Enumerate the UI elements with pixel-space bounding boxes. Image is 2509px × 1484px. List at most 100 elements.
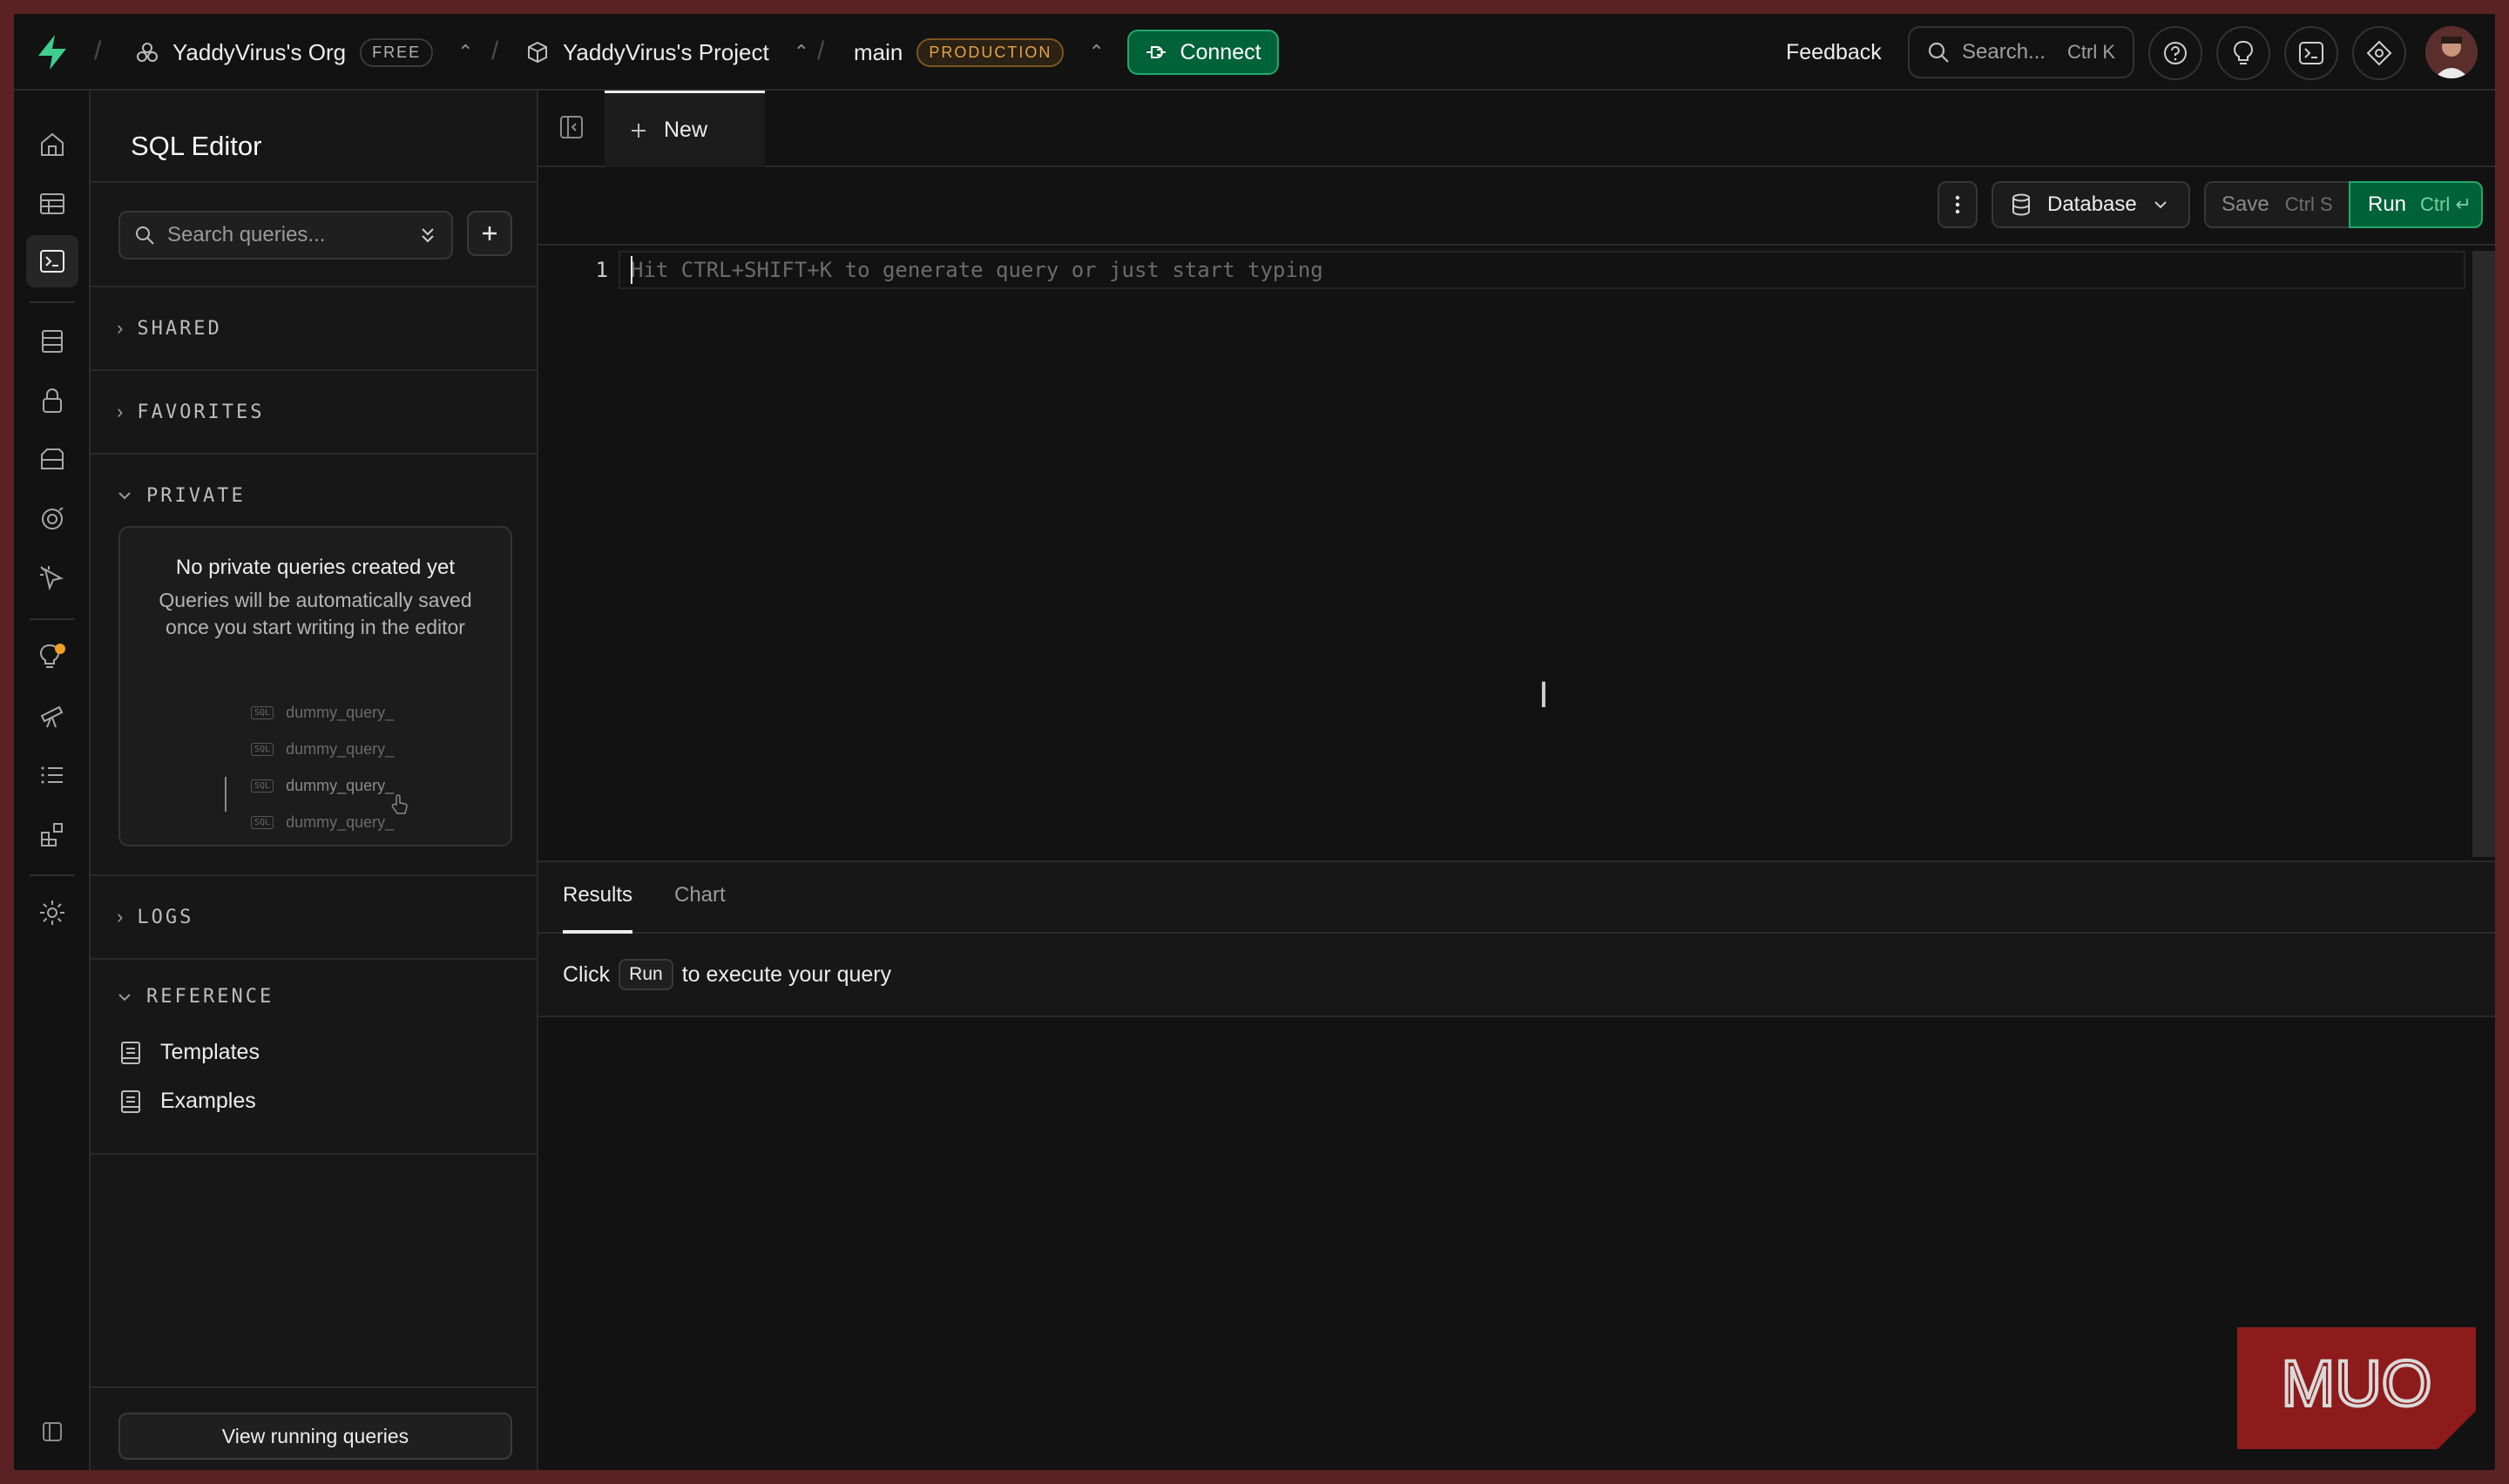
reference-examples[interactable]: Examples xyxy=(120,1089,256,1114)
tab-results[interactable]: Results xyxy=(563,883,632,907)
help-button[interactable] xyxy=(2148,26,2202,80)
editor-toolbar: Database Save Ctrl S Run Ctrl ↵ xyxy=(538,167,2495,246)
database-icon[interactable] xyxy=(35,324,70,359)
new-query-button[interactable] xyxy=(467,211,512,256)
section-label: SHARED xyxy=(137,317,222,340)
section-reference[interactable]: REFERENCE xyxy=(91,958,538,1042)
more-vertical-icon xyxy=(1955,195,1960,214)
illustration-divider xyxy=(225,777,227,812)
realtime-cursor-icon[interactable] xyxy=(35,561,70,596)
section-private[interactable]: PRIVATE xyxy=(91,453,538,536)
rail-divider xyxy=(30,874,75,876)
chevron-right-icon: › xyxy=(117,906,124,928)
plan-badge: FREE xyxy=(360,37,434,67)
sql-editor-icon[interactable] xyxy=(35,244,70,279)
branch-selector[interactable]: main PRODUCTION ⌃ xyxy=(854,14,1105,91)
global-search[interactable]: Search... Ctrl K xyxy=(1908,26,2134,78)
breadcrumb-separator: / xyxy=(817,37,825,65)
section-label: FAVORITES xyxy=(137,401,265,423)
run-button[interactable]: Run Ctrl ↵ xyxy=(2349,181,2483,228)
chevron-right-icon: › xyxy=(117,401,124,422)
tab-new[interactable]: New xyxy=(605,91,765,167)
search-icon xyxy=(1928,42,1949,63)
production-badge: PRODUCTION xyxy=(916,37,1065,67)
search-placeholder: Search... xyxy=(1962,40,2046,64)
project-cube-icon xyxy=(528,41,547,64)
empty-state-title: No private queries created yet xyxy=(175,556,456,579)
dummy-query-item: SQL dummy_query_ xyxy=(251,777,394,795)
muo-logo-text: MUO xyxy=(2282,1347,2432,1420)
section-favorites[interactable]: › FAVORITES xyxy=(91,369,538,453)
results-msg-before: Click xyxy=(563,961,611,987)
help-icon xyxy=(2164,42,2187,64)
code-editor[interactable]: 1 Hit CTRL+SHIFT+K to generate query or … xyxy=(538,247,2495,860)
dummy-query-item: SQL dummy_query_ xyxy=(251,740,394,759)
plus-icon xyxy=(632,123,646,138)
collapse-rail-icon[interactable] xyxy=(35,1414,70,1449)
project-selector[interactable]: YaddyVirus's Project ⌃ xyxy=(526,14,809,91)
feedback-button[interactable]: Feedback xyxy=(1786,14,1882,91)
tips-button[interactable] xyxy=(2216,26,2270,80)
branch-switcher-chevron-icon[interactable]: ⌃ xyxy=(1088,41,1104,64)
home-icon[interactable] xyxy=(35,127,70,162)
sidebar-toggle-icon[interactable] xyxy=(559,115,584,139)
project-switcher-chevron-icon[interactable]: ⌃ xyxy=(794,41,809,64)
assistant-button[interactable] xyxy=(2352,26,2406,80)
reports-telescope-icon[interactable] xyxy=(35,698,70,733)
reference-templates[interactable]: Templates xyxy=(120,1040,260,1065)
run-kbd-hint: Run xyxy=(619,959,673,990)
lightbulb-icon xyxy=(2234,40,2253,64)
storage-icon[interactable] xyxy=(35,442,70,477)
section-shared[interactable]: › SHARED xyxy=(91,286,538,369)
user-avatar[interactable] xyxy=(2425,26,2478,78)
page-title: SQL Editor xyxy=(131,131,262,161)
top-bar: / YaddyVirus's Org FREE ⌃ / YaddyVirus's… xyxy=(14,14,2495,91)
filter-chevrons-icon[interactable] xyxy=(418,226,437,245)
org-selector[interactable]: YaddyVirus's Org FREE ⌃ xyxy=(136,14,474,91)
search-icon xyxy=(136,226,154,245)
connect-button[interactable]: Connect xyxy=(1127,30,1279,75)
table-editor-icon[interactable] xyxy=(35,186,70,221)
save-button[interactable]: Save Ctrl S xyxy=(2204,181,2350,228)
view-running-queries-button[interactable]: View running queries xyxy=(118,1413,512,1460)
database-label: Database xyxy=(2047,192,2137,216)
ibeam-cursor-icon: I xyxy=(1539,676,1549,716)
auth-lock-icon[interactable] xyxy=(35,383,70,418)
text-caret xyxy=(631,256,632,284)
supabase-logo-icon[interactable] xyxy=(35,33,70,71)
search-queries-placeholder: Search queries... xyxy=(167,223,326,246)
reference-label: Templates xyxy=(160,1040,260,1064)
dummy-query-label: dummy_query_ xyxy=(286,777,395,794)
edge-functions-icon[interactable] xyxy=(35,502,70,536)
assistant-diamond-icon xyxy=(2366,40,2392,66)
avatar-image-icon xyxy=(2425,26,2478,78)
database-selector[interactable]: Database xyxy=(1992,181,2190,228)
rail-divider xyxy=(30,618,75,620)
settings-gear-icon[interactable] xyxy=(35,895,70,930)
private-empty-state: No private queries created yet Queries w… xyxy=(118,526,512,847)
chevron-down-icon xyxy=(118,492,131,500)
search-queries-input[interactable]: Search queries... xyxy=(118,211,453,260)
editor-scrollbar[interactable] xyxy=(2472,251,2495,857)
divider xyxy=(91,1153,538,1155)
plug-icon xyxy=(1146,46,1167,58)
tab-label: New xyxy=(664,118,708,142)
integrations-icon[interactable] xyxy=(35,817,70,852)
section-logs[interactable]: › LOGS xyxy=(91,874,538,958)
org-switcher-chevron-icon[interactable]: ⌃ xyxy=(457,41,473,64)
dummy-query-label: dummy_query_ xyxy=(286,704,395,721)
empty-state-description: Queries will be automatically saved once… xyxy=(159,589,472,638)
logs-list-icon[interactable] xyxy=(35,758,70,793)
muo-watermark-logo: MUO xyxy=(2237,1327,2476,1449)
org-icon xyxy=(137,43,158,62)
org-name: YaddyVirus's Org xyxy=(172,38,347,65)
book-icon xyxy=(121,1041,140,1064)
more-options-button[interactable] xyxy=(1938,181,1978,228)
tab-chart[interactable]: Chart xyxy=(674,883,726,907)
advisors-lightbulb-icon[interactable] xyxy=(35,639,70,674)
sql-file-icon: SQL xyxy=(251,779,274,793)
dummy-query-label: dummy_query_ xyxy=(286,740,395,758)
editor-placeholder: Hit CTRL+SHIFT+K to generate query or ju… xyxy=(631,258,1323,282)
terminal-button[interactable] xyxy=(2284,26,2338,80)
divider xyxy=(91,181,538,183)
